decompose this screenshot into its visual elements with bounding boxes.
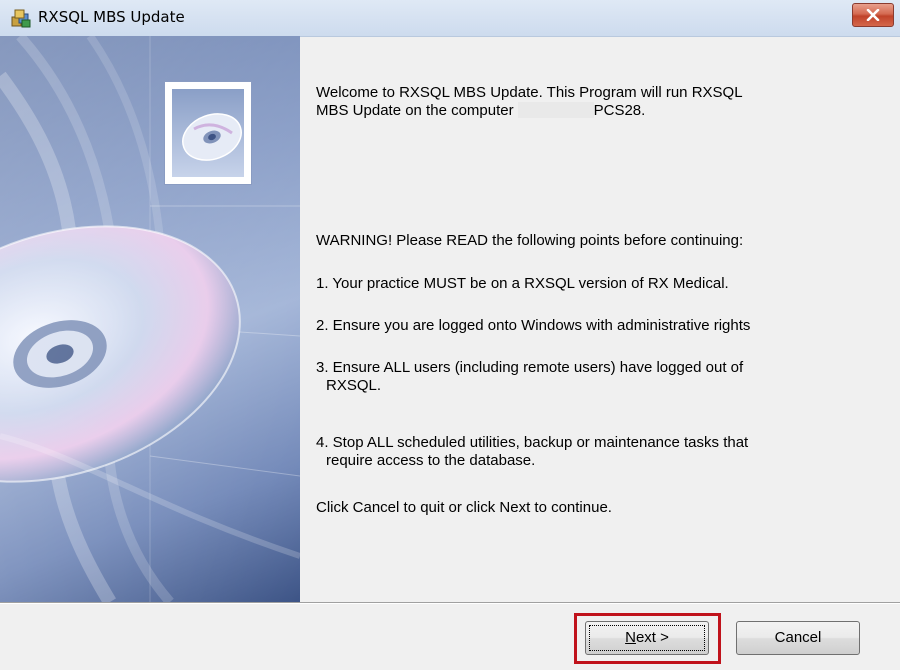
welcome-text-line1: Welcome to RXSQL MBS Update. This Progra… [316,84,743,101]
cd-disc-image [0,36,300,602]
point-1-text: 1. Your practice MUST be on a RXSQL vers… [316,275,729,292]
point-2-text: 2. Ensure you are logged onto Windows wi… [316,317,751,334]
welcome-text-line2: MBS Update on the computer PCS28. [316,102,645,120]
point-3-line2: RXSQL. [326,377,382,394]
title-bar[interactable]: RXSQL MBS Update [0,0,900,37]
cd-thumbnail [165,82,251,184]
cancel-button[interactable]: Cancel [736,621,860,655]
cd-disc-icon [172,113,244,181]
point-4-text: 4. Stop ALL scheduled utilities, backup … [316,434,876,470]
setup-window: RXSQL MBS Update Welcome to RXSQL MBS Up… [0,0,900,670]
close-button[interactable] [852,3,894,27]
point-4-line1: 4. Stop ALL scheduled utilities, backup … [316,434,749,451]
point-3-line1: 3. Ensure ALL users (including remote us… [316,359,744,376]
welcome-text-prefix: MBS Update on the computer [316,102,514,119]
focus-rectangle [589,625,705,651]
installer-package-icon [10,8,32,28]
computer-name-suffix: PCS28. [593,102,646,119]
instruction-text: Click Cancel to quit or click Next to co… [316,499,612,516]
window-title: RXSQL MBS Update [38,8,185,26]
warning-text: WARNING! Please READ the following point… [316,232,744,249]
footer-divider [0,602,900,604]
wizard-banner-image [0,36,300,602]
redacted-computer-name [517,102,594,118]
next-button[interactable]: Next > [585,621,709,655]
point-3-text: 3. Ensure ALL users (including remote us… [316,359,876,395]
point-4-line2: require access to the database. [326,452,536,469]
